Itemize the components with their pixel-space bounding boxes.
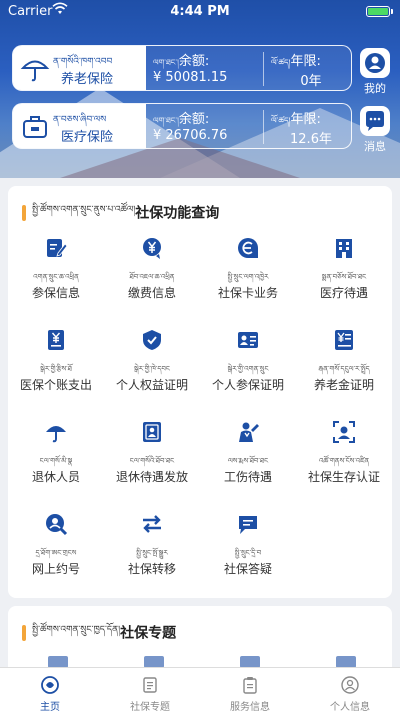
topics-title: 社保专题 (120, 625, 177, 642)
home-icon (41, 676, 59, 694)
tab-personal-info[interactable]: 个人信息 (300, 668, 400, 715)
topics-section: སྤྱི་ཚོགས་འགན་སྲུང་ཁྱད་དོན།社保专题 (8, 606, 392, 676)
card-e-icon (238, 238, 258, 258)
umbrella-icon (46, 426, 66, 443)
grid-item-pension-certificate[interactable]: རྒན་གསོ་དངུལ་ར་སྤྲོད 养老金证明 (296, 328, 392, 412)
pension-years: 0年 (300, 74, 322, 89)
section-title: སྤྱི་ཚོགས་འགན་སྲུང་ནུས་པ་འཚོལ།社保功能查询 (22, 200, 220, 222)
balance-label: 余额: (178, 54, 210, 69)
mine-button[interactable]: 我的 (358, 48, 392, 96)
tab-home[interactable]: 主页 (0, 668, 100, 715)
shield-icon (143, 330, 161, 350)
grid-item-survival-auth[interactable]: འཚོ་གནས་ངོས་འཛིན 社保生存认证 (296, 420, 392, 504)
grid-item-work-injury[interactable]: ལས་རྨས་ཐོབ་ཐང 工伤待遇 (200, 420, 296, 504)
person-doc-icon (143, 422, 161, 442)
grid-item-insured-info[interactable]: འགན་སྲུང་ཆ་འཕྲིན 参保信息 (8, 236, 104, 320)
years-label: 年限: (290, 54, 321, 69)
support-icon (46, 514, 68, 536)
pension-label: 养老保险 (61, 72, 114, 87)
balance-tibetan-label: ལག་ཐང་། (153, 116, 179, 125)
grid-item-qa[interactable]: སྤྱི་སྲུང་དྲི་བ 社保答疑 (200, 512, 296, 596)
yuan-doc-icon (48, 330, 64, 350)
bottom-tab-bar: 主页 社保专题 服务信息 个人信息 (0, 667, 400, 715)
building-icon (336, 239, 352, 258)
years-tibetan-label: ལོ་ཚད། (271, 116, 291, 125)
medical-insurance-card[interactable]: ན་བཅས་ཞིབ་ལས 医疗保险 ལག་ཐང་།余额: ¥ 26706.76 … (12, 103, 352, 149)
balance-tibetan-label: ལག་ཐང་། (153, 58, 179, 67)
message-label: 消息 (364, 140, 386, 153)
transfer-icon (143, 515, 161, 533)
grid-item-card-service[interactable]: སྤྱི་སྲུང་ལག་འཁྱེར 社保卡业务 (200, 236, 296, 320)
section-title: སྤྱི་ཚོགས་འགན་སྲུང་ཁྱད་དོན།社保专题 (22, 620, 177, 642)
message-icon (360, 106, 390, 136)
balance-label: 余额: (178, 112, 210, 127)
function-query-title: 社保功能查询 (135, 205, 220, 222)
status-bar: Carrier 4:44 PM (0, 0, 400, 24)
tab-topics[interactable]: 社保专题 (100, 668, 200, 715)
medical-years: 12.6年 (290, 132, 332, 147)
umbrella-icon (20, 60, 50, 82)
user-icon (360, 48, 390, 78)
pension-balance: ¥ 50081.15 (153, 70, 228, 85)
grid-item-retirement-payment[interactable]: ངལ་གསོའི་ཐོབ་ཐང 退休待遇发放 (104, 420, 200, 504)
function-query-section: སྤྱི་ཚོགས་འགན་སྲུང་ནུས་པ་འཚོལ།社保功能查询 འགན… (8, 186, 392, 598)
medical-label: 医疗保险 (61, 130, 114, 145)
yuan-list-icon (335, 330, 353, 350)
status-time: 4:44 PM (170, 4, 230, 19)
tab-service-info[interactable]: 服务信息 (200, 668, 300, 715)
chat-icon (239, 516, 257, 534)
grid-item-insured-certificate[interactable]: སྒེར་གྱི་འགན་སྲུང 个人参保证明 (200, 328, 296, 412)
grid-item-personal-account[interactable]: སྒེར་གྱི་རྩིས་ཐོ 医保个账支出 (8, 328, 104, 412)
edit-icon (47, 239, 68, 257)
medical-balance: ¥ 26706.76 (153, 128, 228, 143)
topic-icon (143, 677, 157, 693)
grid-item-medical-benefits[interactable]: སྨན་བཅོས་ཐོབ་ཐང 医疗待遇 (296, 236, 392, 320)
face-scan-icon (333, 421, 355, 443)
years-tibetan-label: ལོ་ཚད། (271, 58, 291, 67)
message-button[interactable]: 消息 (358, 106, 392, 154)
grid-item-transfer[interactable]: སྤྱི་སྲུང་སྤོ་སྒྱུར 社保转移 (104, 512, 200, 596)
years-label: 年限: (290, 112, 321, 127)
yuan-icon (143, 238, 161, 259)
mine-label: 我的 (364, 82, 386, 95)
grid-item-retirees[interactable]: ངལ་གསོ་མི་སྣ 退休人员 (8, 420, 104, 504)
pension-insurance-card[interactable]: ན་གསོའི་ཁག་འབབ 养老保险 ལག་ཐང་།余额: ¥ 50081.1… (12, 45, 352, 91)
grid-item-rights-certificate[interactable]: སྒེར་གྱི་ཁེ་དབང 个人权益证明 (104, 328, 200, 412)
person-icon (341, 676, 359, 694)
header-banner: Carrier 4:44 PM ན་གསོའི་ཁག་འབབ 养老保险 ལག་ཐ… (0, 0, 400, 178)
battery-icon (366, 6, 390, 17)
grid-item-online-appointment[interactable]: དྲ་ཐོག་ཨང་གྲངས 网上约号 (8, 512, 104, 596)
worker-icon (239, 422, 259, 442)
id-card-icon (238, 332, 258, 348)
medical-kit-icon (23, 116, 47, 138)
clipboard-icon (243, 677, 257, 694)
grid-item-payment-info[interactable]: ཐོབ་འཇལ་ཆ་འཕྲིན 缴费信息 (104, 236, 200, 320)
